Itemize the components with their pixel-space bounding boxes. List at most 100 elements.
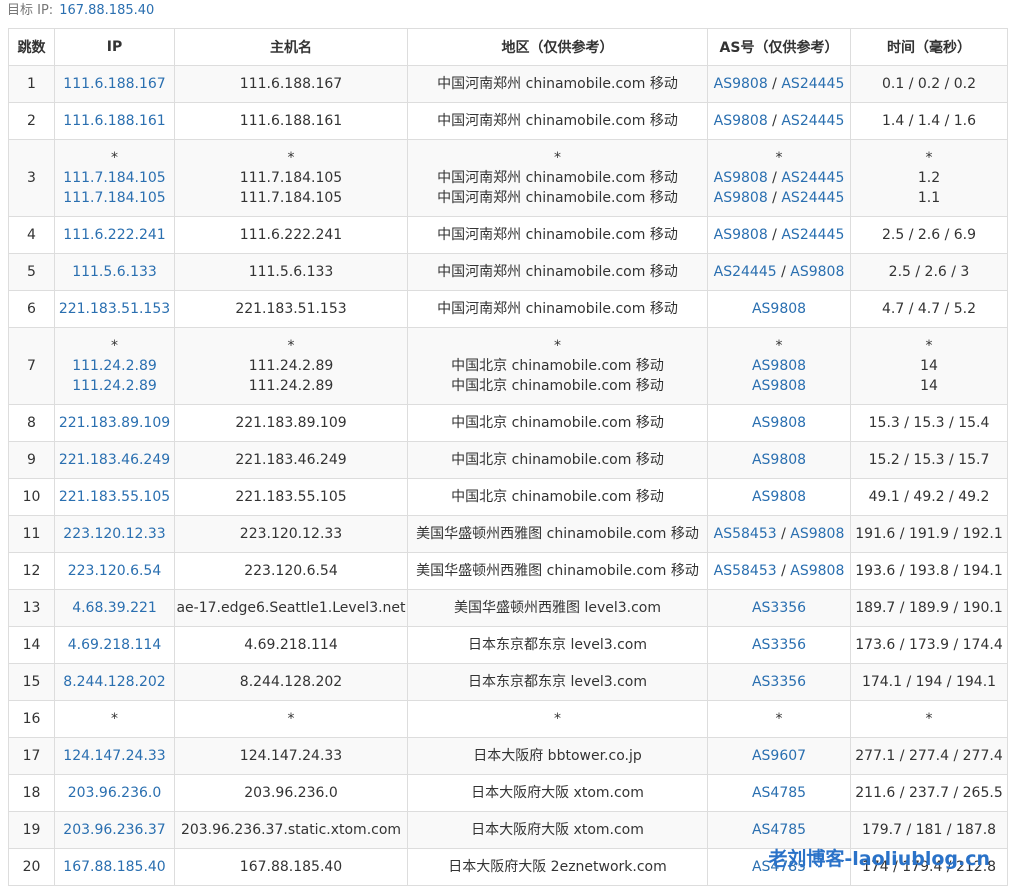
- ip-link[interactable]: 111.7.184.105: [56, 168, 174, 188]
- hostname-cell: 221.183.51.153: [174, 290, 408, 328]
- as-link[interactable]: AS9808: [714, 170, 768, 186]
- as-link[interactable]: AS9808: [790, 563, 844, 579]
- hop-number: 6: [8, 290, 55, 328]
- hostname-text: 111.6.222.241: [239, 227, 343, 243]
- ip-link[interactable]: 111.24.2.89: [56, 356, 174, 376]
- as-link[interactable]: AS9808: [752, 378, 806, 394]
- ip-link[interactable]: 167.88.185.40: [56, 857, 174, 877]
- as-link[interactable]: AS9808: [714, 76, 768, 92]
- ip-link[interactable]: 111.6.188.167: [56, 74, 174, 94]
- time-text: *: [925, 150, 933, 166]
- as-link[interactable]: AS9808: [790, 264, 844, 280]
- as-link[interactable]: AS24445: [781, 170, 844, 186]
- as-link[interactable]: AS24445: [781, 190, 844, 206]
- as-link[interactable]: AS3356: [752, 600, 806, 616]
- time-text: 189.7 / 189.9 / 190.1: [855, 600, 1003, 616]
- table-row: 19 203.96.236.37 203.96.236.37.static.xtom…: [8, 811, 1008, 849]
- ip-link[interactable]: 221.183.46.249: [56, 450, 174, 470]
- as-link[interactable]: AS58453: [714, 563, 777, 579]
- hostname-cell: 203.96.236.0: [174, 774, 408, 812]
- hostname-cell: 221.183.55.105: [174, 478, 408, 516]
- time-text: 179.7 / 181 / 187.8: [861, 822, 997, 838]
- as-separator: /: [767, 76, 782, 92]
- hostname-cell: 111.6.188.161: [174, 102, 408, 140]
- hop-number: 12: [8, 552, 55, 590]
- hop-number: 9: [8, 441, 55, 479]
- table-row: 13 4.68.39.221 ae-17.edge6.Seattle1.Level3…: [8, 589, 1008, 627]
- as-line: AS3356: [709, 672, 850, 692]
- ip-link[interactable]: 8.244.128.202: [56, 672, 174, 692]
- ip-link[interactable]: 111.6.188.161: [56, 111, 174, 131]
- region-cell: 中国河南郑州 chinamobile.com 移动: [407, 216, 708, 254]
- time-text: 2.5 / 2.6 / 6.9: [881, 227, 977, 243]
- ip-link[interactable]: 111.5.6.133: [56, 262, 174, 282]
- as-link[interactable]: AS9808: [752, 301, 806, 317]
- ip-link[interactable]: 203.96.236.37: [56, 820, 174, 840]
- as-cell: AS9607: [707, 737, 851, 775]
- ip-link[interactable]: 221.183.89.109: [56, 413, 174, 433]
- table-row: 10 221.183.55.105 221.183.55.105 中国北京 china…: [8, 478, 1008, 516]
- as-timeout: *: [775, 150, 783, 166]
- as-link[interactable]: AS4785: [752, 822, 806, 838]
- as-link[interactable]: AS9607: [752, 748, 806, 764]
- ip-cell: 203.96.236.37: [54, 811, 175, 849]
- as-separator: /: [767, 170, 782, 186]
- hostname-text: 111.7.184.105: [239, 170, 343, 186]
- as-line: AS9808: [709, 413, 850, 433]
- ip-link[interactable]: 111.6.222.241: [56, 225, 174, 245]
- table-row: 14 4.69.218.114 4.69.218.114 日本东京都东京 level3…: [8, 626, 1008, 664]
- ip-link[interactable]: 221.183.51.153: [56, 299, 174, 319]
- as-link[interactable]: AS24445: [781, 113, 844, 129]
- time-text: 14: [920, 378, 938, 394]
- ip-link[interactable]: 111.24.2.89: [56, 376, 174, 396]
- as-link[interactable]: AS58453: [714, 526, 777, 542]
- as-link[interactable]: AS9808: [790, 526, 844, 542]
- region-cell: 美国华盛顿州西雅图 chinamobile.com 移动: [407, 552, 708, 590]
- as-link[interactable]: AS24445: [781, 76, 844, 92]
- hostname-cell: 111.6.188.167: [174, 65, 408, 103]
- ip-link[interactable]: 124.147.24.33: [56, 746, 174, 766]
- region-text: 中国北京 chinamobile.com 移动: [451, 415, 664, 431]
- as-line: AS9808 / AS24445: [709, 74, 850, 94]
- ip-link[interactable]: 4.68.39.221: [56, 598, 174, 618]
- ip-cell: 221.183.55.105: [54, 478, 175, 516]
- ip-link[interactable]: 111.7.184.105: [56, 188, 174, 208]
- region-text: 中国北京 chinamobile.com 移动: [451, 378, 664, 394]
- as-link[interactable]: AS9808: [752, 489, 806, 505]
- region-cell: * 中国北京 chinamobile.com 移动 中国北京 chinamobile…: [407, 327, 708, 405]
- ip-link[interactable]: 4.69.218.114: [56, 635, 174, 655]
- table-row: 11 223.120.12.33 223.120.12.33 美国华盛顿州西雅图 ch…: [8, 515, 1008, 553]
- table-body: 1 111.6.188.167 111.6.188.167 中国河南郑州 chinam…: [8, 65, 1008, 886]
- as-link[interactable]: AS9808: [752, 452, 806, 468]
- as-link[interactable]: AS9808: [714, 227, 768, 243]
- as-link[interactable]: AS9808: [714, 190, 768, 206]
- hostname-text: 124.147.24.33: [239, 748, 343, 764]
- hostname-text: 221.183.46.249: [235, 452, 347, 468]
- ip-cell: 124.147.24.33: [54, 737, 175, 775]
- as-link[interactable]: AS9808: [714, 113, 768, 129]
- table-row: 18 203.96.236.0 203.96.236.0 日本大阪府大阪 xtom.c…: [8, 774, 1008, 812]
- region-text: 中国河南郑州 chinamobile.com 移动: [437, 301, 678, 317]
- as-link[interactable]: AS24445: [781, 227, 844, 243]
- hop-number: 2: [8, 102, 55, 140]
- as-link[interactable]: AS3356: [752, 674, 806, 690]
- ip-link[interactable]: 221.183.55.105: [56, 487, 174, 507]
- as-separator: /: [767, 227, 782, 243]
- time-text: 174.1 / 194 / 194.1: [861, 674, 997, 690]
- as-link[interactable]: AS4785: [752, 785, 806, 801]
- as-cell: AS4785: [707, 774, 851, 812]
- ip-link[interactable]: 223.120.6.54: [56, 561, 174, 581]
- as-link[interactable]: AS9808: [752, 358, 806, 374]
- hostname-cell: 167.88.185.40: [174, 848, 408, 886]
- ip-link[interactable]: 203.96.236.0: [56, 783, 174, 803]
- target-ip-value: 167.88.185.40: [59, 3, 155, 18]
- region-cell: 中国河南郑州 chinamobile.com 移动: [407, 290, 708, 328]
- as-link[interactable]: AS24445: [714, 264, 777, 280]
- target-ip-row: 目标 IP: 167.88.185.40: [0, 0, 1016, 24]
- as-link[interactable]: AS9808: [752, 415, 806, 431]
- ip-link[interactable]: 223.120.12.33: [56, 524, 174, 544]
- as-line: AS9808: [709, 450, 850, 470]
- hostname-cell: 203.96.236.37.static.xtom.com: [174, 811, 408, 849]
- as-line: *: [709, 336, 850, 356]
- as-link[interactable]: AS3356: [752, 637, 806, 653]
